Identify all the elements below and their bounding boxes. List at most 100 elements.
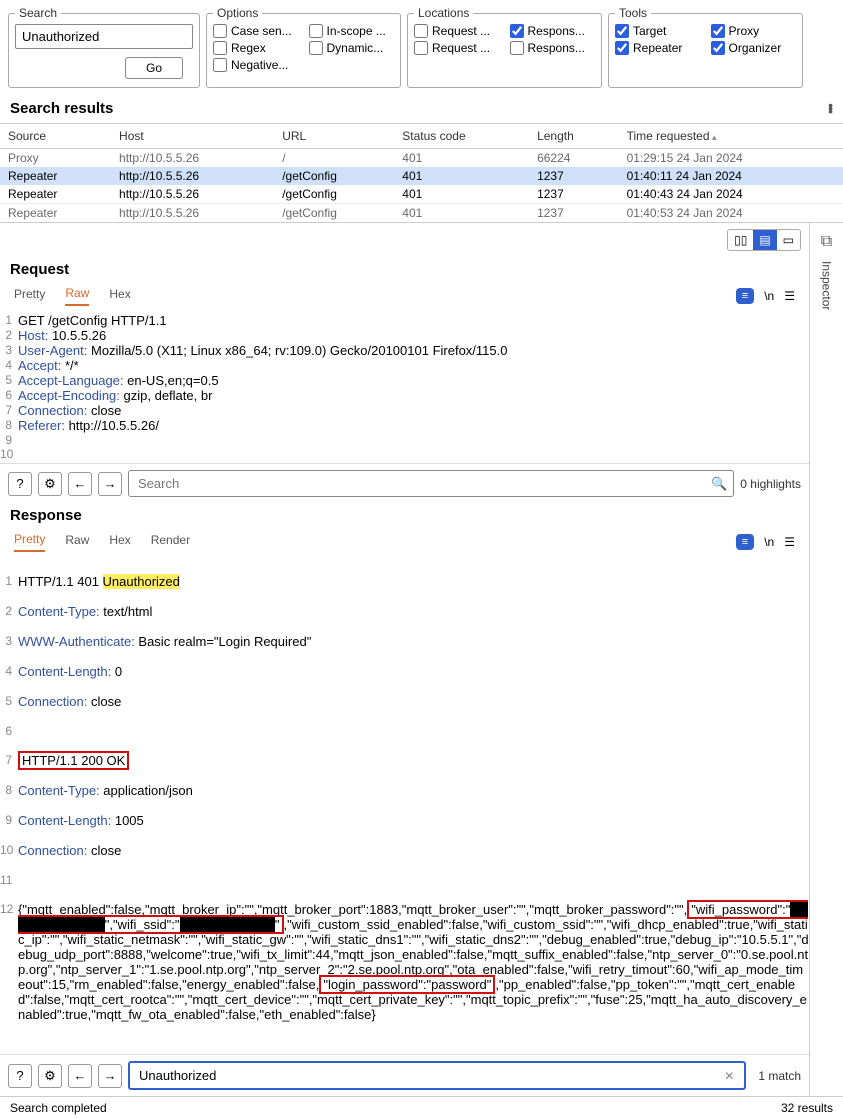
gear-icon[interactable]: ⚙ xyxy=(38,1064,62,1088)
option-checkbox[interactable]: Regex xyxy=(213,41,299,55)
code-line[interactable]: Accept-Language: en-US,en;q=0.5 xyxy=(18,373,809,388)
tab-hex[interactable]: Hex xyxy=(109,533,130,551)
column-header[interactable]: Source xyxy=(0,124,111,149)
back-icon[interactable]: ← xyxy=(68,472,92,496)
code-line[interactable]: Accept-Encoding: gzip, deflate, br xyxy=(18,388,809,403)
forward-icon[interactable]: → xyxy=(98,1064,122,1088)
line-number: 1 xyxy=(0,313,18,328)
table-row[interactable]: Repeaterhttp://10.5.5.26/getConfig401123… xyxy=(0,185,843,204)
cell-status: 401 xyxy=(394,149,529,168)
tools-legend: Tools xyxy=(615,6,651,20)
newline-icon[interactable]: \n xyxy=(764,535,774,549)
match-count: 1 match xyxy=(758,1069,801,1083)
cell-status: 401 xyxy=(394,167,529,185)
cell-status: 401 xyxy=(394,185,529,204)
checkbox-label: Case sen... xyxy=(231,24,292,38)
column-header[interactable]: Host xyxy=(111,124,274,149)
tool-checkbox[interactable]: Organizer xyxy=(711,41,797,55)
checkbox[interactable] xyxy=(615,24,629,38)
code-line[interactable] xyxy=(18,447,809,461)
tool-checkbox[interactable]: Repeater xyxy=(615,41,701,55)
layout-toggle[interactable]: ▯▯ ▤ ▭ xyxy=(727,229,801,251)
forward-icon[interactable]: → xyxy=(98,472,122,496)
hamburger-icon[interactable]: ☰ xyxy=(784,535,795,549)
column-header[interactable]: Status code xyxy=(394,124,529,149)
tools-panel: Tools Target Proxy Repeater Organizer xyxy=(608,6,803,88)
option-checkbox[interactable]: Dynamic... xyxy=(309,41,395,55)
tab-pretty[interactable]: Pretty xyxy=(14,532,45,552)
tab-raw[interactable]: Raw xyxy=(65,286,89,306)
checkbox[interactable] xyxy=(309,41,323,55)
table-row[interactable]: Repeaterhttp://10.5.5.26/getConfig401123… xyxy=(0,167,843,185)
checkbox[interactable] xyxy=(414,24,428,38)
option-checkbox[interactable]: In-scope ... xyxy=(309,24,395,38)
more-menu-icon[interactable]: ••• xyxy=(828,104,833,113)
line-number: 5 xyxy=(0,373,18,388)
checkbox-label: Repeater xyxy=(633,41,682,55)
tab-render[interactable]: Render xyxy=(151,533,190,551)
location-checkbox[interactable]: Request ... xyxy=(414,24,500,38)
code-line[interactable]: Connection: close xyxy=(18,403,809,418)
back-icon[interactable]: ← xyxy=(68,1064,92,1088)
tab-hex[interactable]: Hex xyxy=(109,287,130,305)
checkbox[interactable] xyxy=(309,24,323,38)
location-checkbox[interactable]: Request ... xyxy=(414,41,500,55)
code-line[interactable]: User-Agent: Mozilla/5.0 (X11; Linux x86_… xyxy=(18,343,809,358)
response-actions-icon[interactable]: ≡ xyxy=(736,534,754,550)
tab-pretty[interactable]: Pretty xyxy=(14,287,45,305)
tool-checkbox[interactable]: Target xyxy=(615,24,701,38)
hamburger-icon[interactable]: ☰ xyxy=(784,289,795,303)
checkbox[interactable] xyxy=(711,24,725,38)
column-header[interactable]: Time requested xyxy=(619,124,843,149)
request-search-input[interactable] xyxy=(135,473,711,494)
search-icon[interactable]: 🔍 xyxy=(711,476,727,492)
help-icon[interactable]: ? xyxy=(8,472,32,496)
location-checkbox[interactable]: Respons... xyxy=(510,41,596,55)
checkbox[interactable] xyxy=(414,41,428,55)
column-header[interactable]: Length xyxy=(529,124,619,149)
checkbox[interactable] xyxy=(615,41,629,55)
request-actions-icon[interactable]: ≡ xyxy=(736,288,754,304)
cell-url: /getConfig xyxy=(274,167,394,185)
checkbox-label: Target xyxy=(633,24,666,38)
cell-time: 01:40:43 24 Jan 2024 xyxy=(619,185,843,204)
tab-raw[interactable]: Raw xyxy=(65,533,89,551)
option-checkbox[interactable]: Negative... xyxy=(213,58,299,72)
table-row[interactable]: Proxyhttp://10.5.5.26/4016622401:29:15 2… xyxy=(0,149,843,168)
code-line[interactable]: GET /getConfig HTTP/1.1 xyxy=(18,313,809,328)
checkbox[interactable] xyxy=(213,24,227,38)
checkbox-label: Regex xyxy=(231,41,266,55)
layout-split-icon[interactable]: ▤ xyxy=(753,230,776,250)
table-row[interactable]: Repeaterhttp://10.5.5.26/getConfig401123… xyxy=(0,204,843,223)
search-input[interactable] xyxy=(15,24,193,49)
checkbox[interactable] xyxy=(711,41,725,55)
response-search-input[interactable] xyxy=(136,1065,720,1086)
checkbox[interactable] xyxy=(213,58,227,72)
checkbox[interactable] xyxy=(510,24,524,38)
option-checkbox[interactable]: Case sen... xyxy=(213,24,299,38)
layout-single-icon[interactable]: ▭ xyxy=(777,230,800,250)
checkbox[interactable] xyxy=(510,41,524,55)
code-line[interactable]: Host: 10.5.5.26 xyxy=(18,328,809,343)
newline-icon[interactable]: \n xyxy=(764,289,774,303)
cell-url: /getConfig xyxy=(274,204,394,223)
inspector-panel[interactable]: ⧉ Inspector xyxy=(809,222,843,1096)
help-icon[interactable]: ? xyxy=(8,1064,32,1088)
line-number: 8 xyxy=(0,418,18,433)
cell-time: 01:40:11 24 Jan 2024 xyxy=(619,167,843,185)
inspector-icon[interactable]: ⧉ xyxy=(821,233,832,251)
tool-checkbox[interactable]: Proxy xyxy=(711,24,797,38)
clear-icon[interactable]: ✕ xyxy=(720,1069,738,1083)
code-line[interactable] xyxy=(18,433,809,447)
code-line[interactable]: Referer: http://10.5.5.26/ xyxy=(18,418,809,433)
checkbox-label: Request ... xyxy=(432,24,490,38)
go-button[interactable]: Go xyxy=(125,57,183,79)
column-header[interactable]: URL xyxy=(274,124,394,149)
code-line[interactable]: Accept: */* xyxy=(18,358,809,373)
gear-icon[interactable]: ⚙ xyxy=(38,472,62,496)
checkbox[interactable] xyxy=(213,41,227,55)
location-checkbox[interactable]: Respons... xyxy=(510,24,596,38)
checkbox-label: Dynamic... xyxy=(327,41,384,55)
line-number: 2 xyxy=(0,328,18,343)
layout-columns-icon[interactable]: ▯▯ xyxy=(728,230,753,250)
